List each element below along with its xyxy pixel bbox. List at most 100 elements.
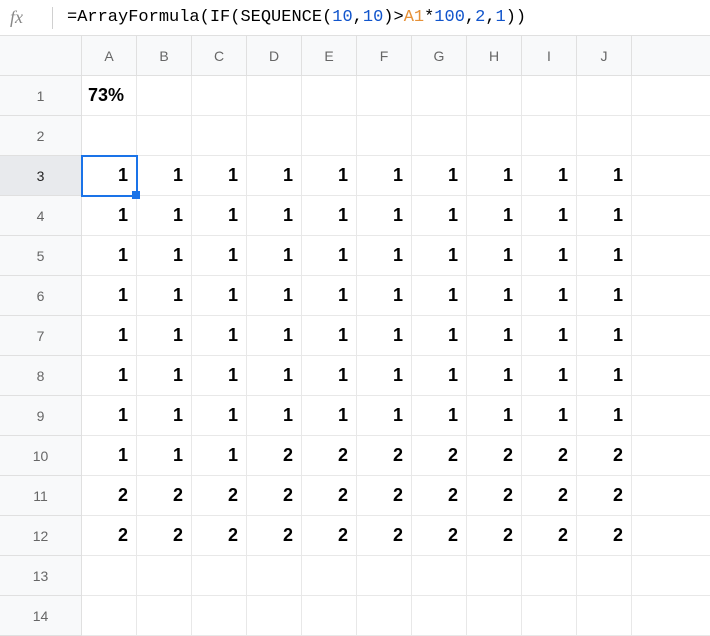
cell-H2[interactable] xyxy=(467,116,522,156)
cell-G11[interactable]: 2 xyxy=(412,476,467,516)
cell-extra-row5[interactable] xyxy=(632,236,710,276)
cell-H3[interactable]: 1 xyxy=(467,156,522,196)
cell-D13[interactable] xyxy=(247,556,302,596)
cell-G8[interactable]: 1 xyxy=(412,356,467,396)
cell-extra-row13[interactable] xyxy=(632,556,710,596)
cell-J8[interactable]: 1 xyxy=(577,356,632,396)
column-header-H[interactable]: H xyxy=(467,36,522,76)
cell-F3[interactable]: 1 xyxy=(357,156,412,196)
cell-D10[interactable]: 2 xyxy=(247,436,302,476)
row-header-13[interactable]: 13 xyxy=(0,556,82,596)
cell-G1[interactable] xyxy=(412,76,467,116)
row-header-11[interactable]: 11 xyxy=(0,476,82,516)
cell-D3[interactable]: 1 xyxy=(247,156,302,196)
cell-G6[interactable]: 1 xyxy=(412,276,467,316)
row-header-4[interactable]: 4 xyxy=(0,196,82,236)
cell-extra-row2[interactable] xyxy=(632,116,710,156)
cell-extra-row4[interactable] xyxy=(632,196,710,236)
cell-E11[interactable]: 2 xyxy=(302,476,357,516)
cell-E9[interactable]: 1 xyxy=(302,396,357,436)
cell-E12[interactable]: 2 xyxy=(302,516,357,556)
cell-I5[interactable]: 1 xyxy=(522,236,577,276)
cell-B12[interactable]: 2 xyxy=(137,516,192,556)
cell-E5[interactable]: 1 xyxy=(302,236,357,276)
cell-I1[interactable] xyxy=(522,76,577,116)
select-all-corner[interactable] xyxy=(0,36,82,76)
cell-H11[interactable]: 2 xyxy=(467,476,522,516)
cell-I3[interactable]: 1 xyxy=(522,156,577,196)
cell-E10[interactable]: 2 xyxy=(302,436,357,476)
cell-G10[interactable]: 2 xyxy=(412,436,467,476)
cell-A14[interactable] xyxy=(82,596,137,636)
cell-B13[interactable] xyxy=(137,556,192,596)
cell-I10[interactable]: 2 xyxy=(522,436,577,476)
cell-I8[interactable]: 1 xyxy=(522,356,577,396)
cell-J1[interactable] xyxy=(577,76,632,116)
cell-D7[interactable]: 1 xyxy=(247,316,302,356)
cell-D9[interactable]: 1 xyxy=(247,396,302,436)
cell-I7[interactable]: 1 xyxy=(522,316,577,356)
cell-I13[interactable] xyxy=(522,556,577,596)
cell-extra-row10[interactable] xyxy=(632,436,710,476)
cell-A7[interactable]: 1 xyxy=(82,316,137,356)
row-header-14[interactable]: 14 xyxy=(0,596,82,636)
cell-extra-row11[interactable] xyxy=(632,476,710,516)
cell-C11[interactable]: 2 xyxy=(192,476,247,516)
row-header-10[interactable]: 10 xyxy=(0,436,82,476)
cell-I11[interactable]: 2 xyxy=(522,476,577,516)
cell-B3[interactable]: 1 xyxy=(137,156,192,196)
column-header-C[interactable]: C xyxy=(192,36,247,76)
cell-H13[interactable] xyxy=(467,556,522,596)
row-header-12[interactable]: 12 xyxy=(0,516,82,556)
cell-E8[interactable]: 1 xyxy=(302,356,357,396)
column-header-D[interactable]: D xyxy=(247,36,302,76)
cell-C10[interactable]: 1 xyxy=(192,436,247,476)
cell-C13[interactable] xyxy=(192,556,247,596)
column-header-E[interactable]: E xyxy=(302,36,357,76)
cell-G7[interactable]: 1 xyxy=(412,316,467,356)
cell-G9[interactable]: 1 xyxy=(412,396,467,436)
cell-F10[interactable]: 2 xyxy=(357,436,412,476)
cell-C5[interactable]: 1 xyxy=(192,236,247,276)
cell-A4[interactable]: 1 xyxy=(82,196,137,236)
cell-E4[interactable]: 1 xyxy=(302,196,357,236)
cell-D4[interactable]: 1 xyxy=(247,196,302,236)
cell-H12[interactable]: 2 xyxy=(467,516,522,556)
cell-J10[interactable]: 2 xyxy=(577,436,632,476)
cell-D1[interactable] xyxy=(247,76,302,116)
cell-E1[interactable] xyxy=(302,76,357,116)
cell-A8[interactable]: 1 xyxy=(82,356,137,396)
cell-C3[interactable]: 1 xyxy=(192,156,247,196)
cell-H4[interactable]: 1 xyxy=(467,196,522,236)
row-header-7[interactable]: 7 xyxy=(0,316,82,356)
cell-H10[interactable]: 2 xyxy=(467,436,522,476)
cell-B9[interactable]: 1 xyxy=(137,396,192,436)
cell-A12[interactable]: 2 xyxy=(82,516,137,556)
cell-C14[interactable] xyxy=(192,596,247,636)
cell-extra-row6[interactable] xyxy=(632,276,710,316)
column-header-G[interactable]: G xyxy=(412,36,467,76)
cell-G3[interactable]: 1 xyxy=(412,156,467,196)
row-header-5[interactable]: 5 xyxy=(0,236,82,276)
cell-B8[interactable]: 1 xyxy=(137,356,192,396)
cell-extra-row8[interactable] xyxy=(632,356,710,396)
cell-H1[interactable] xyxy=(467,76,522,116)
cell-E14[interactable] xyxy=(302,596,357,636)
cell-E6[interactable]: 1 xyxy=(302,276,357,316)
cell-J6[interactable]: 1 xyxy=(577,276,632,316)
cell-J11[interactable]: 2 xyxy=(577,476,632,516)
cell-G14[interactable] xyxy=(412,596,467,636)
cell-A1[interactable]: 73% xyxy=(82,76,137,116)
cell-J13[interactable] xyxy=(577,556,632,596)
cell-E2[interactable] xyxy=(302,116,357,156)
cell-D8[interactable]: 1 xyxy=(247,356,302,396)
cell-F2[interactable] xyxy=(357,116,412,156)
cell-A2[interactable] xyxy=(82,116,137,156)
cell-F11[interactable]: 2 xyxy=(357,476,412,516)
cell-C6[interactable]: 1 xyxy=(192,276,247,316)
cell-I6[interactable]: 1 xyxy=(522,276,577,316)
cell-A6[interactable]: 1 xyxy=(82,276,137,316)
row-header-8[interactable]: 8 xyxy=(0,356,82,396)
cell-extra-row9[interactable] xyxy=(632,396,710,436)
cell-extra-row7[interactable] xyxy=(632,316,710,356)
